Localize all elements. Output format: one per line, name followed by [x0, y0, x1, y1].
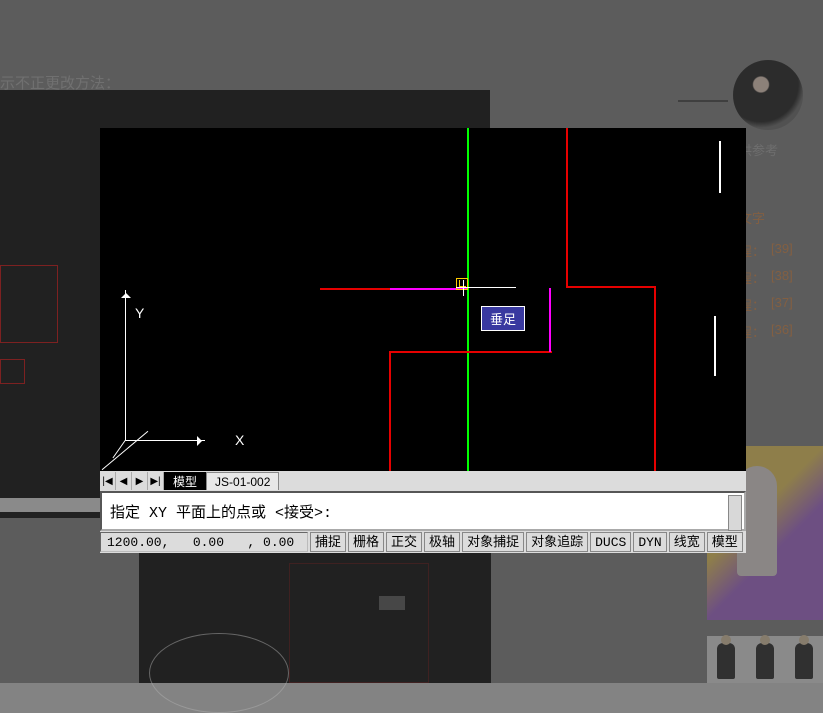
tab-nav-last-button[interactable]: ▶|: [148, 472, 164, 490]
tick-mark: [719, 141, 721, 193]
ucs-x-label: X: [235, 432, 244, 448]
tick-mark: [714, 316, 716, 376]
line-green-vertical: [467, 128, 469, 471]
line-red: [389, 351, 552, 353]
status-toggle-dyn[interactable]: DYN: [633, 532, 666, 552]
status-toggle-lineweight[interactable]: 线宽: [669, 532, 705, 552]
command-line: [100, 491, 746, 531]
status-toggle-otrack[interactable]: 对象追踪: [526, 532, 588, 552]
drawing-canvas[interactable]: 垂足 Y X: [100, 128, 746, 471]
line-red: [566, 128, 568, 288]
snap-tooltip: 垂足: [481, 306, 525, 331]
tab-nav-first-button[interactable]: |◀: [100, 472, 116, 490]
status-toggle-grid[interactable]: 栅格: [348, 532, 384, 552]
ucs-y-axis: [125, 290, 126, 440]
line-red: [566, 286, 656, 288]
status-toggle-ortho[interactable]: 正交: [386, 532, 422, 552]
tab-layout[interactable]: JS-01-002: [206, 472, 279, 490]
tab-nav-next-button[interactable]: ▶: [132, 472, 148, 490]
coordinate-readout: 1200.00, 0.00 , 0.00: [100, 532, 308, 552]
status-toggle-snap[interactable]: 捕捉: [310, 532, 346, 552]
status-toggle-ducs[interactable]: DUCS: [590, 532, 631, 552]
layout-tabs: |◀ ◀ ▶ ▶| 模型 JS-01-002: [100, 471, 746, 491]
cad-window: 垂足 Y X |◀ ◀ ▶ ▶| 模型 JS-01-002 1200.00, 0…: [100, 128, 746, 553]
perpendicular-snap-marker: [456, 278, 468, 290]
tab-model[interactable]: 模型: [164, 472, 206, 490]
ucs-y-label: Y: [135, 305, 144, 321]
command-input[interactable]: [102, 499, 744, 524]
status-bar: 1200.00, 0.00 , 0.00 捕捉 栅格 正交 极轴 对象捕捉 对象…: [100, 531, 746, 553]
status-toggle-osnap[interactable]: 对象捕捉: [462, 532, 524, 552]
line-red: [654, 286, 656, 471]
tab-nav-prev-button[interactable]: ◀: [116, 472, 132, 490]
status-toggle-polar[interactable]: 极轴: [424, 532, 460, 552]
command-scrollbar[interactable]: [728, 495, 742, 531]
ucs-icon: Y X: [105, 290, 235, 465]
line-red: [389, 351, 391, 471]
status-toggle-modelspace[interactable]: 模型: [707, 532, 743, 552]
line-magenta: [549, 288, 551, 352]
